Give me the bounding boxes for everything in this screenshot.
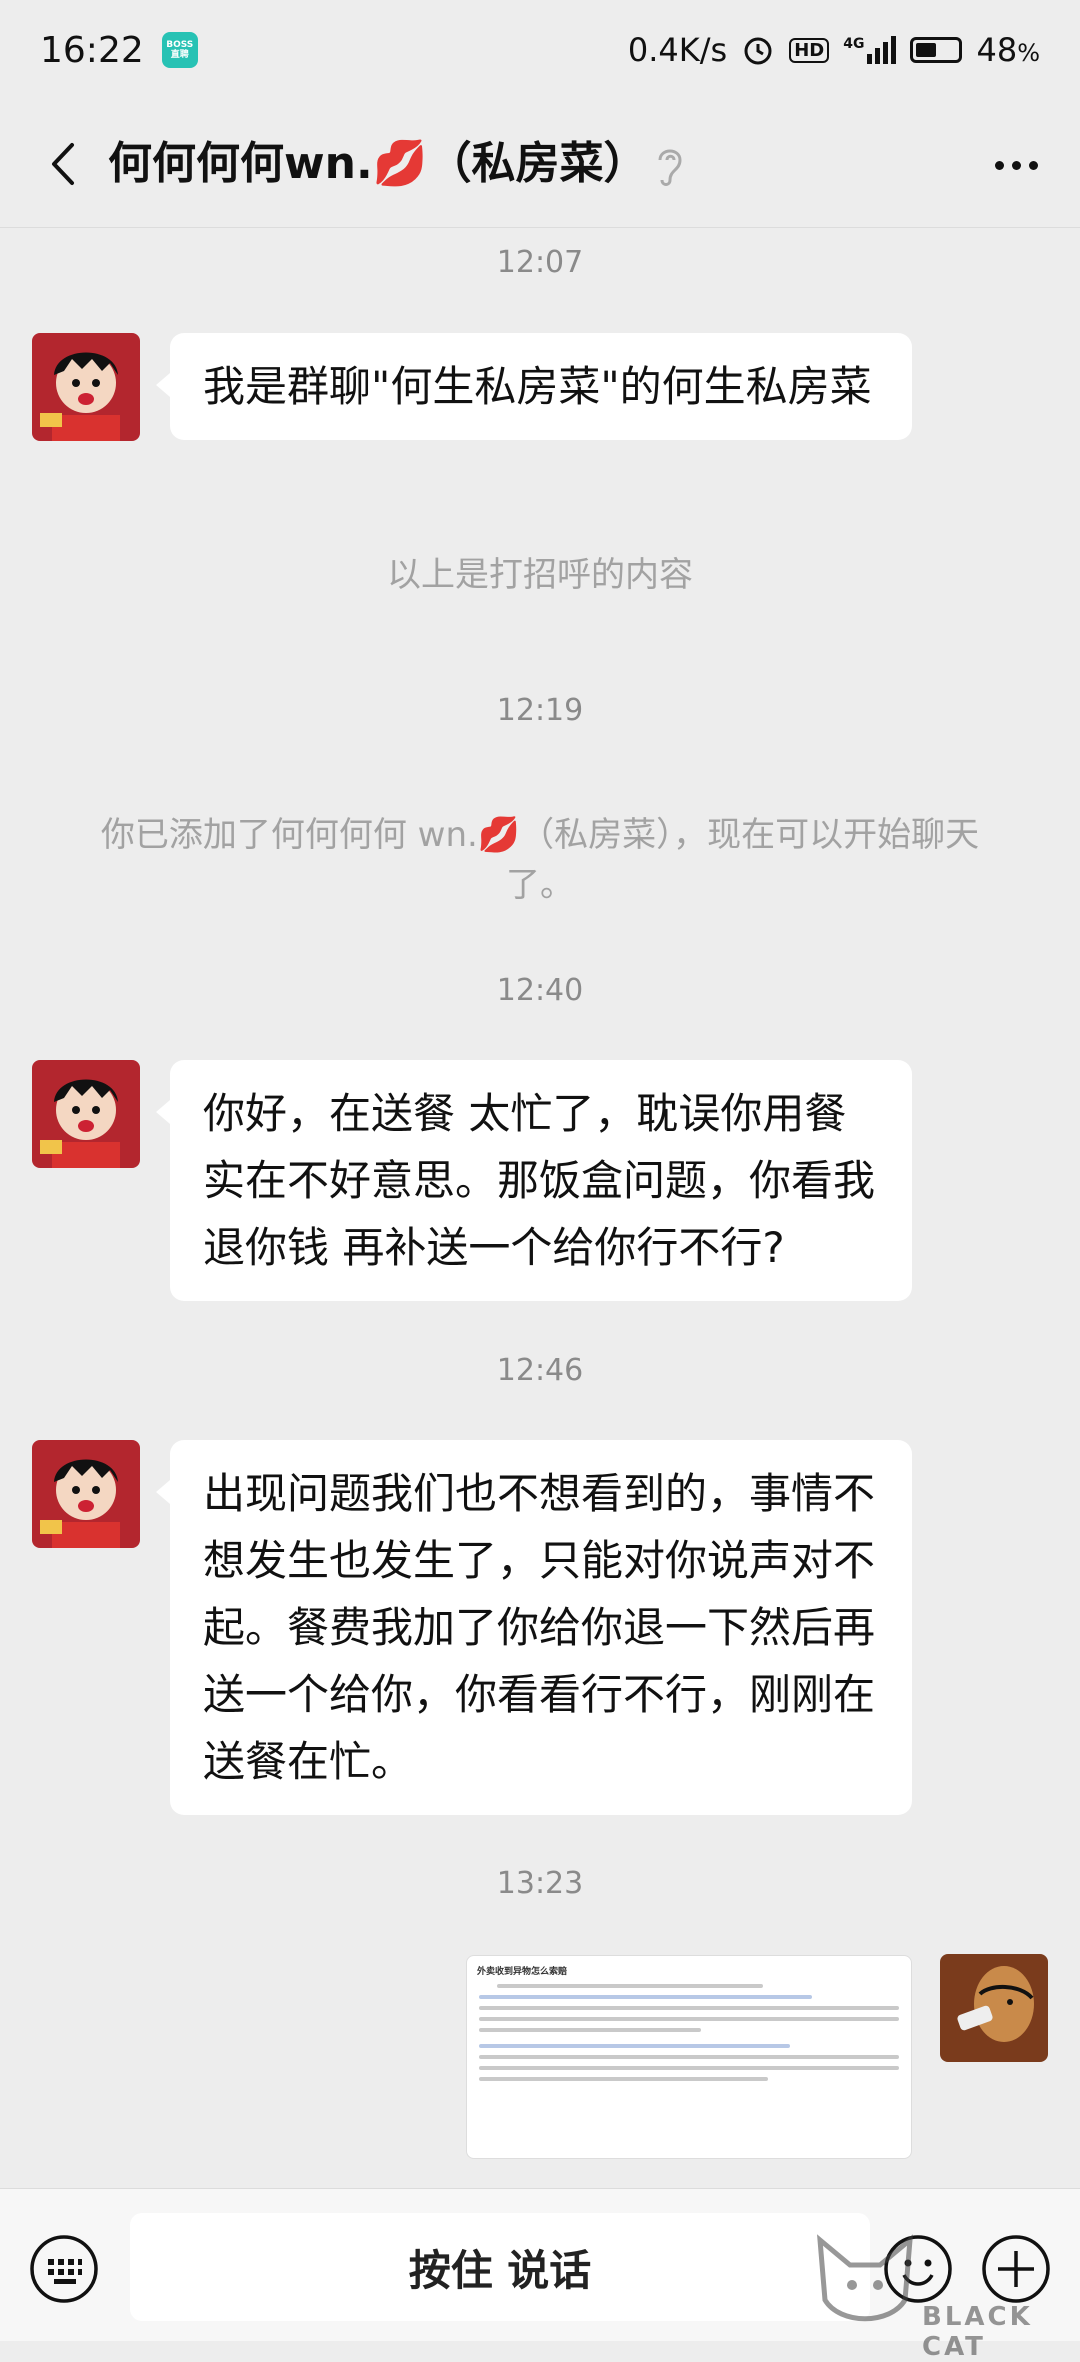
- contact-avatar[interactable]: [32, 333, 140, 441]
- image-message[interactable]: 外卖收到异物怎么索赔: [466, 1955, 912, 2159]
- hd-badge: HD: [789, 37, 830, 63]
- battery-icon: [910, 37, 963, 63]
- timestamp: 12:40: [496, 973, 584, 1008]
- status-time: 16:22: [40, 29, 144, 71]
- more-button[interactable]: [986, 140, 1046, 190]
- system-message: 以上是打招呼的内容: [387, 555, 693, 595]
- net-speed: 0.4K/s: [627, 31, 728, 69]
- boss-app-icon: BOSS 直聘: [161, 32, 198, 68]
- message-bubble[interactable]: 出现问题我们也不想看到的，事情不想发生也发生了，只能对你说声对不起。餐费我加了你…: [156, 1440, 912, 1815]
- image-doc-title: 外卖收到异物怎么索赔: [477, 1967, 568, 1977]
- timestamp: 12:46: [496, 1353, 584, 1388]
- message-bubble[interactable]: 我是群聊"何生私房菜"的何生私房菜: [156, 333, 912, 440]
- chat-title: 何何何何wn.💋（私房菜）: [108, 138, 648, 189]
- timestamp: 12:19: [496, 693, 584, 728]
- alarm-icon: [744, 37, 772, 65]
- timestamp: 13:23: [496, 1866, 584, 1901]
- chat-header: 何何何何wn.💋（私房菜）: [0, 100, 1080, 228]
- status-bar: 16:22 BOSS 直聘 0.4K/s HD 4G 48%: [0, 0, 1080, 100]
- black-cat-watermark: BLACK CAT: [810, 2220, 1080, 2362]
- ear-icon: [658, 149, 682, 186]
- contact-avatar[interactable]: [32, 1440, 140, 1548]
- cat-logo-icon: [817, 2234, 913, 2322]
- more-icon: [994, 160, 1004, 170]
- back-icon: [52, 143, 74, 185]
- my-avatar[interactable]: [940, 1954, 1048, 2062]
- watermark-text: BLACK CAT: [922, 2302, 1033, 2362]
- contact-avatar[interactable]: [32, 1060, 140, 1168]
- message-bubble[interactable]: 你好，在送餐 太忙了，耽误你用餐实在不好意思。那饭盒问题，你看我退你钱 再补送一…: [156, 1060, 912, 1301]
- keyboard-icon[interactable]: [28, 2233, 100, 2305]
- system-message: 你已添加了何何何何 wn.💋（私房菜），现在可以开始聊天了。: [100, 815, 980, 905]
- back-button[interactable]: [34, 134, 94, 194]
- battery-percent: 48%: [976, 31, 1040, 69]
- hold-to-talk-button[interactable]: 按住 说话: [130, 2213, 870, 2321]
- timestamp: 12:07: [496, 245, 584, 280]
- signal-icon: 4G: [843, 36, 897, 64]
